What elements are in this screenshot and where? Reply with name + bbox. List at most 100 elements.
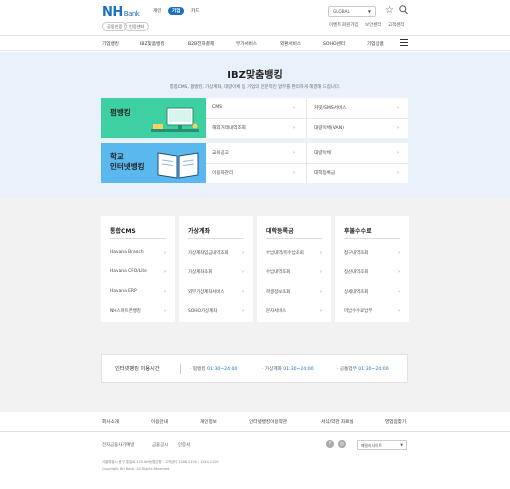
chevron-down-icon: ▼	[367, 9, 371, 14]
footer-copyright: Copyright NH Bank. All Rights Reserved.	[102, 467, 171, 471]
service-link[interactable]: 상세내역조회	[344, 289, 368, 295]
school-banking-card-banner[interactable]: 학교 인터넷뱅킹	[101, 143, 206, 183]
desk-computer-icon	[151, 107, 199, 132]
chevron-right-icon: ›	[293, 150, 295, 156]
family-site-select[interactable]: 패밀리사이트 ▼	[357, 440, 407, 450]
chevron-right-icon: ›	[397, 150, 399, 156]
star-icon[interactable]: ☆	[385, 5, 394, 16]
link-edu-notice[interactable]: 교육공고	[212, 150, 229, 156]
school-banking-title-line2: 인터넷뱅킹	[110, 162, 145, 171]
chevron-right-icon: ›	[398, 250, 400, 256]
search-icon[interactable]	[399, 5, 408, 18]
nav-item-fx[interactable]: 외환서비스	[280, 41, 301, 47]
hours-common: · 공통업무 01:30~24:00	[337, 367, 389, 372]
service-link[interactable]: 외부가상계좌서비스	[188, 289, 224, 295]
tab-personal[interactable]: 개인	[153, 8, 161, 14]
util-link-security[interactable]: 보안센터	[365, 22, 382, 28]
global-select[interactable]: GLOBAL ▼	[328, 6, 376, 17]
chevron-right-icon: ›	[293, 170, 295, 176]
util-link-support[interactable]: 고객센터	[388, 22, 405, 28]
hours-firmbanking: · 펌뱅킹 01:30~24:00	[190, 367, 238, 372]
service-link[interactable]: Havana CFO/Lite	[110, 269, 147, 274]
chevron-right-icon: ›	[320, 250, 322, 256]
util-link-event[interactable]: 이벤트	[329, 22, 341, 28]
chevron-right-icon: ›	[397, 125, 399, 131]
service-link[interactable]: Havana ERP	[110, 289, 137, 294]
logo-suffix: Bank	[123, 10, 140, 18]
instagram-icon[interactable]: ◎	[338, 440, 346, 448]
nav-item-b2b[interactable]: B2B전자결제	[188, 41, 214, 47]
link-bulk-transfer-van[interactable]: 대량이체(VAN)	[314, 125, 344, 131]
chevron-right-icon: ›	[242, 289, 244, 295]
firmbanking-card-banner[interactable]: 펌뱅킹	[101, 98, 206, 138]
service-link[interactable]: 수납내역조회	[266, 269, 290, 275]
footer-sub-link-fraud[interactable]: 전자금융사기예방	[102, 442, 134, 448]
service-column-postpaid-fee: 후불수수료 청구내역조회 › 정산내역조회 › 상세내역조회 › 미납수수료납부 ›	[335, 216, 409, 322]
facebook-icon[interactable]: f	[326, 440, 334, 448]
footer-link-forms[interactable]: 서식/약관 자료실	[321, 419, 354, 425]
chevron-right-icon: ›	[398, 269, 400, 275]
link-overseas-history[interactable]: 해외거래내역조회	[212, 125, 246, 131]
footer-sub-link-cert[interactable]: 인증서	[178, 442, 190, 448]
global-select-value: GLOBAL	[333, 9, 350, 14]
chevron-right-icon: ›	[293, 105, 295, 111]
chevron-right-icon: ›	[164, 269, 166, 275]
service-link[interactable]: SOHO가상계좌	[188, 308, 217, 314]
footer-address: 서울특별시 중구 통일로 120 NH농협은행 · 고객센터 1588-2100…	[102, 460, 219, 464]
column-title: 통합CMS	[110, 228, 136, 235]
footer-link-privacy[interactable]: 개인정보	[200, 419, 217, 425]
service-column-virtual-account: 가상계좌 가상계좌입금내역조회 › 가상계좌조회 › 외부가상계좌서비스 › SOHO…	[179, 216, 253, 322]
service-link[interactable]: 미납수수료납부	[344, 308, 372, 314]
column-title: 후불수수료	[344, 228, 372, 235]
hours-virtual-account: · 가상계좌 01:30~24:00	[262, 367, 314, 372]
footer-link-about[interactable]: 회사소개	[102, 419, 119, 425]
link-user-management[interactable]: 이용자관리	[212, 170, 233, 176]
chevron-right-icon: ›	[164, 289, 166, 295]
chevron-right-icon: ›	[397, 170, 399, 176]
chevron-right-icon: ›	[398, 289, 400, 295]
link-commit-sms[interactable]: 커밋/SMS서비스	[314, 105, 346, 111]
chevron-right-icon: ›	[164, 250, 166, 256]
nav-item-ibz[interactable]: IBZ맞춤뱅킹	[140, 41, 165, 47]
chevron-right-icon: ›	[398, 308, 400, 314]
chevron-right-icon: ›	[397, 105, 399, 111]
service-link[interactable]: 청구내역조회	[344, 250, 368, 256]
nav-item-soho[interactable]: SOHO센터	[323, 41, 345, 47]
nav-item-products[interactable]: 기업상품	[367, 41, 384, 47]
firmbanking-card: 펌뱅킹 CMS › 커밋/SMS서비스 › 해외거래내역조회 › 대량이체(VA…	[101, 98, 408, 138]
footer-link-terms[interactable]: 인터넷뱅킹이용약관	[249, 419, 287, 425]
column-title: 가상계좌	[188, 228, 211, 235]
service-link[interactable]: 학생정보조회	[266, 289, 290, 295]
link-tuition[interactable]: 대학등록금	[314, 170, 335, 176]
link-bulk-transfer[interactable]: 대량이체	[314, 150, 331, 156]
service-link[interactable]: 수납내역/미수납조회	[266, 250, 304, 256]
chevron-right-icon: ›	[320, 289, 322, 295]
nav-item-biz-banking[interactable]: 기업뱅킹	[102, 41, 119, 47]
service-link[interactable]: 가상계좌입금내역조회	[188, 250, 228, 256]
footer-link-branch[interactable]: 영업점찾기	[385, 419, 406, 425]
service-link[interactable]: 가상계좌조회	[188, 269, 212, 275]
tab-business[interactable]: 기업	[168, 7, 185, 15]
main-navigation: 기업뱅킹 IBZ맞춤뱅킹 B2B전자결제 부가서비스 외환서비스 SOHO센터 …	[0, 35, 510, 51]
nh-bank-logo[interactable]: NHBank	[102, 5, 140, 20]
search-glyph	[399, 5, 408, 15]
chevron-down-icon: ▼	[400, 443, 403, 447]
cert-center-button[interactable]: 인증센터	[124, 22, 150, 31]
tab-card[interactable]: 카드	[191, 8, 199, 14]
service-link[interactable]: NH스마트폰뱅킹	[110, 308, 141, 314]
service-link[interactable]: 문자서비스	[266, 308, 286, 314]
chevron-right-icon: ›	[242, 250, 244, 256]
chevron-right-icon: ›	[164, 308, 166, 314]
footer-link-guide[interactable]: 이용안내	[151, 419, 168, 425]
footer-sub-link-disclosure[interactable]: 금융공시	[152, 442, 168, 448]
hamburger-menu-icon[interactable]	[400, 39, 408, 46]
service-link[interactable]: 정산내역조회	[344, 269, 368, 275]
school-banking-title-line1: 학교	[110, 152, 124, 161]
service-column-tuition: 대학등록금 수납내역/미수납조회 › 수납내역조회 › 학생정보조회 › 문자서비스 ›	[257, 216, 331, 322]
chevron-right-icon: ›	[320, 308, 322, 314]
nav-item-extra[interactable]: 부가서비스	[236, 41, 257, 47]
service-link[interactable]: Havana Branch	[110, 250, 144, 255]
service-column-cms: 통합CMS Havana Branch › Havana CFO/Lite › Ha…	[101, 216, 175, 322]
link-cms[interactable]: CMS	[212, 105, 222, 110]
util-link-signup[interactable]: 회원가입	[342, 22, 359, 28]
